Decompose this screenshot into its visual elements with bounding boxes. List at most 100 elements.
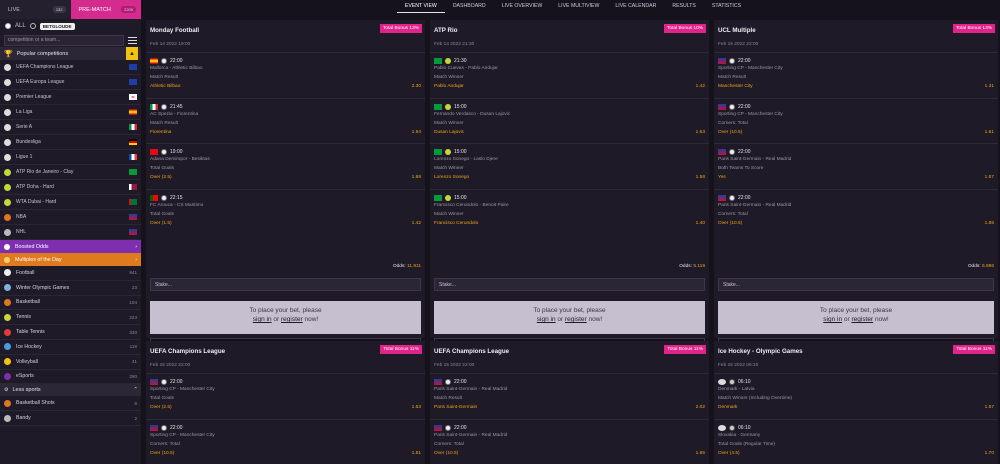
bonus-badge: Total Bonus 11% [953, 345, 995, 354]
sport-item[interactable]: Bandy 2 [0, 411, 141, 426]
competition-item[interactable]: NHL [0, 225, 141, 240]
selection-time-row: 22:00 [718, 103, 751, 110]
sport-item[interactable]: Winter Olympic Games 23 [0, 281, 141, 296]
top-tab[interactable]: DASHBOARD [445, 0, 494, 13]
selection-time-row: 22:00 [718, 194, 751, 201]
selection-time-row: 22:00 [718, 58, 751, 64]
selection-row[interactable]: 22:00 Sporting CP - Manchester City Corner… [146, 418, 425, 464]
stake-input[interactable]: Stake... [718, 278, 994, 291]
competition-item[interactable]: Serie A [0, 120, 141, 135]
sign-in-link[interactable]: sign in [823, 316, 842, 323]
selection-teams: Paris Saint-Germain - Real Madrid [434, 432, 508, 438]
multiples-of-day-item[interactable]: Multiples of the Day › [0, 253, 141, 266]
tab-live[interactable]: LIVE 132 [0, 0, 71, 19]
selection-row[interactable]: 22:00 Paris Saint-Germain - Real Madrid Ma… [430, 373, 709, 418]
selection-row[interactable]: 06:10 Slovakia - Germany Total Goals (Regu… [714, 418, 998, 464]
selection-odd: 2.02 [695, 405, 705, 410]
chevron-up-icon[interactable]: ⌃ [133, 387, 138, 393]
selection-row[interactable]: 22:00 Sporting CP - Manchester City Match … [714, 52, 998, 97]
selection-row[interactable]: 22:15 FC Arouca - CS Maritimo Total Goals O… [146, 188, 425, 234]
stake-input[interactable]: Stake... [434, 278, 705, 291]
sport-label: Basketball [16, 299, 40, 306]
selection-pick: Lorenzo Sonego [434, 175, 470, 180]
register-link[interactable]: register [851, 316, 873, 323]
selection-row[interactable]: 22:00 Sporting CP - Manchester City Corner… [714, 97, 998, 143]
competition-item[interactable]: UEFA Europa League [0, 75, 141, 90]
selection-teams: Denmark - Latvia [718, 387, 755, 392]
country-flag-icon [434, 424, 442, 431]
tennis-ball-icon [4, 168, 11, 176]
football-icon [4, 153, 11, 161]
menu-icon[interactable] [128, 36, 137, 44]
sport-item[interactable]: Volleyball 41 [0, 355, 141, 370]
popular-competitions-header[interactable]: 🏆 Popular competitions ▲ [0, 47, 141, 60]
competition-item[interactable]: ATP Doha - Hard [0, 180, 141, 195]
search-input[interactable]: competition or a team... [4, 34, 124, 46]
selection-row[interactable]: 22:00 Paris Saint-Germain - Real Madrid Bo… [714, 143, 998, 188]
multiples-icon [4, 256, 10, 263]
competition-item[interactable]: NBA [0, 210, 141, 225]
boosted-odds-item[interactable]: Boosted Odds › [0, 240, 141, 253]
sport-item[interactable]: Basketball 104 [0, 296, 141, 311]
top-tab[interactable]: LIVE CALENDAR [607, 0, 664, 13]
sport-item[interactable]: Tennis 223 [0, 310, 141, 326]
stake-input[interactable]: Stake... [150, 278, 421, 291]
selection-row[interactable]: 22:00 Paris Saint-Germain - Real Madrid Co… [714, 188, 998, 234]
selection-row[interactable]: 22:00 Mallorca - Athletic Bilbao Match Res… [146, 52, 425, 97]
selection-teams: Paris Saint-Germain - Real Madrid [718, 157, 792, 162]
top-tab[interactable]: LIVE OVERVIEW [494, 0, 551, 13]
selection-row[interactable]: 06:10 Denmark - Latvia Match Winner (Inclu… [714, 373, 998, 418]
country-flag-icon [718, 103, 726, 110]
competition-item[interactable]: La Liga [0, 105, 141, 120]
total-odds: Odds: 6.886 [968, 264, 994, 269]
hockey-puck-icon [4, 228, 11, 236]
sport-item[interactable]: Football 941 [0, 266, 141, 281]
competition-label: Ligue 1 [16, 154, 33, 160]
all-radio[interactable] [5, 23, 11, 29]
sign-in-link[interactable]: sign in [253, 316, 272, 323]
competition-item[interactable]: WTA Dubai - Hard [0, 195, 141, 210]
top-tab[interactable]: LIVE MULTIVIEW [550, 0, 607, 13]
selection-row[interactable]: 21:45 AC Spezia - Fiorentina Match Result F… [146, 97, 425, 143]
top-tab[interactable]: EVENT VIEW [396, 0, 445, 13]
selection-teams: Sporting CP - Manchester City [718, 66, 783, 71]
competition-item[interactable]: ATP Rio de Janeiro - Clay [0, 165, 141, 180]
competition-item[interactable]: UEFA Champions League [0, 60, 141, 75]
selection-pick: Over (10.5) [150, 450, 175, 456]
football-icon [4, 123, 11, 131]
sport-item[interactable]: Basketball Shots 6 [0, 396, 141, 412]
top-tab[interactable]: RESULTS [664, 0, 704, 13]
selection-row[interactable]: 22:00 Sporting CP - Manchester City Total … [146, 373, 425, 418]
selection-time-row: 15:00 [434, 194, 467, 201]
tab-prematch[interactable]: PRE-MATCH 2209 [70, 0, 141, 19]
selection-pick: Dusan Lajovic [434, 129, 465, 135]
brand-radio[interactable] [29, 23, 36, 29]
register-link[interactable]: register [565, 316, 587, 323]
selection-row[interactable]: 22:00 Paris Saint-Germain - Real Madrid Co… [430, 418, 709, 464]
sport-item[interactable]: eSports 290 [0, 370, 141, 385]
register-link[interactable]: register [281, 316, 303, 323]
competition-item[interactable]: Premier League [0, 90, 141, 105]
tennis-icon [445, 103, 451, 110]
selection-time: 15:00 [454, 149, 467, 155]
selection-row[interactable]: 15:00 Francisco Cerundolo - Benoit Paire M… [430, 188, 709, 234]
selection-row[interactable]: 15:00 Fernando Verdasco - Dusan Lajovic Ma… [430, 97, 709, 143]
sign-in-link[interactable]: sign in [537, 316, 556, 323]
selection-row[interactable]: 15:00 Lorenzo Sonego - Laslo Djere Match W… [430, 143, 709, 188]
less-sports-header[interactable]: ⚙ Less sports ⌃ [0, 384, 141, 397]
selection-time: 15:00 [454, 103, 467, 110]
selection-market: Match Winner [434, 211, 464, 217]
selection-time-row: 19:00 [150, 149, 183, 155]
competition-item[interactable]: Ligue 1 [0, 150, 141, 165]
sport-item[interactable]: Ice Hockey 118 [0, 340, 141, 355]
tennis-icon [445, 149, 451, 155]
chevron-up-icon[interactable]: ▲ [126, 47, 138, 60]
selection-pick: Denmark [718, 405, 738, 410]
selection-row[interactable]: 21:30 Pablo Cuevas - Pablo Andujar Match W… [430, 52, 709, 97]
selection-odd: 1.31 [984, 84, 994, 89]
top-tab[interactable]: STATISTICS [704, 0, 749, 13]
sport-item[interactable]: Table Tennis 330 [0, 325, 141, 340]
football-icon [729, 58, 735, 64]
competition-item[interactable]: Bundesliga [0, 135, 141, 150]
selection-row[interactable]: 19:00 Adana Demirspor - Besiktas Total Goa… [146, 143, 425, 188]
